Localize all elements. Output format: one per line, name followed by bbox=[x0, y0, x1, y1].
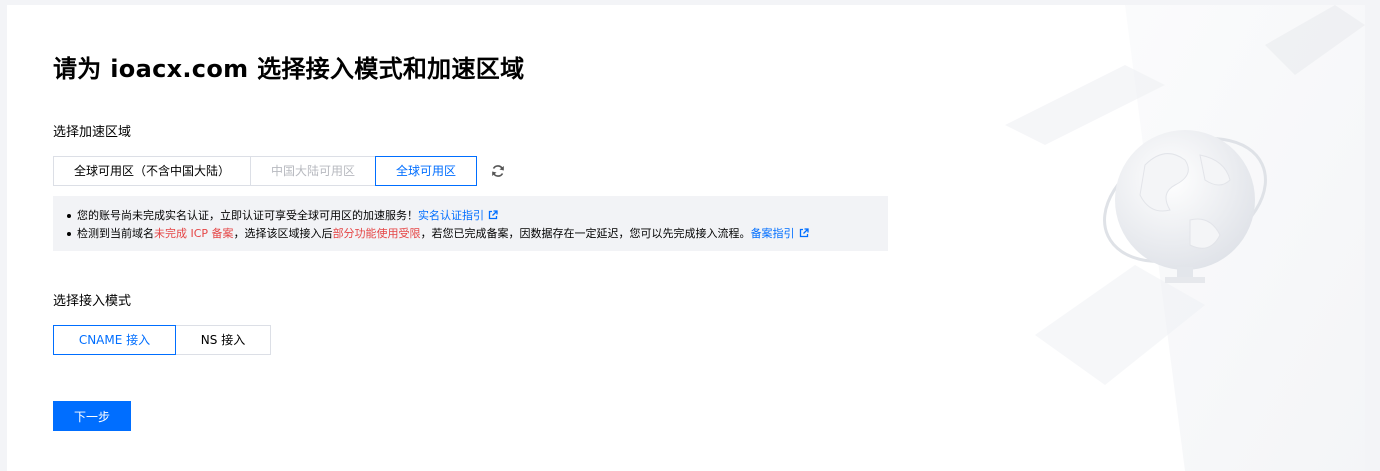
limited-warning-text: 部分功能使用受限 bbox=[332, 227, 421, 240]
notice-item-icp: 检测到当前域名未完成 ICP 备案，选择该区域接入后部分功能使用受限，若您已完成… bbox=[65, 225, 888, 243]
external-link-icon[interactable] bbox=[488, 210, 498, 220]
next-step-button[interactable]: 下一步 bbox=[53, 401, 131, 431]
region-selector: 全球可用区（不含中国大陆） 中国大陆可用区 全球可用区 bbox=[53, 156, 477, 186]
globe-illustration bbox=[1005, 5, 1365, 471]
mode-selector: CNAME 接入 NS 接入 bbox=[53, 325, 271, 355]
region-option-mainland-cn[interactable]: 中国大陆可用区 bbox=[250, 156, 376, 186]
region-option-global[interactable]: 全球可用区 bbox=[375, 156, 477, 186]
notice-text: ，若您已完成备案，因数据存在一定延迟，您可以先完成接入流程。 bbox=[420, 227, 751, 240]
notice-text: 您的账号尚未完成实名认证，立即认证可享受全球可用区的加速服务！ bbox=[77, 209, 418, 222]
icp-warning-text: 未完成 ICP 备案 bbox=[154, 227, 234, 240]
mode-option-cname[interactable]: CNAME 接入 bbox=[53, 325, 176, 355]
page-title: 请为 ioacx.com 选择接入模式和加速区域 bbox=[53, 55, 525, 83]
region-option-global-excl-cn[interactable]: 全球可用区（不含中国大陆） bbox=[53, 156, 251, 186]
mode-section-label: 选择接入模式 bbox=[53, 294, 132, 309]
external-link-icon[interactable] bbox=[799, 228, 809, 238]
main-card: 请为 ioacx.com 选择接入模式和加速区域 选择加速区域 全球可用区（不含… bbox=[7, 5, 1365, 471]
notice-text: 检测到当前域名 bbox=[77, 227, 154, 240]
notice-text: ，选择该区域接入后 bbox=[233, 227, 333, 240]
mode-option-ns[interactable]: NS 接入 bbox=[175, 325, 271, 355]
notice-item-realname: 您的账号尚未完成实名认证，立即认证可享受全球可用区的加速服务！实名认证指引 bbox=[65, 207, 888, 225]
realname-guide-link[interactable]: 实名认证指引 bbox=[418, 209, 484, 222]
icp-guide-link[interactable]: 备案指引 bbox=[751, 227, 795, 240]
region-section-label: 选择加速区域 bbox=[53, 125, 132, 140]
refresh-icon[interactable] bbox=[490, 163, 506, 179]
notice-box: 您的账号尚未完成实名认证，立即认证可享受全球可用区的加速服务！实名认证指引 检测… bbox=[53, 196, 888, 251]
